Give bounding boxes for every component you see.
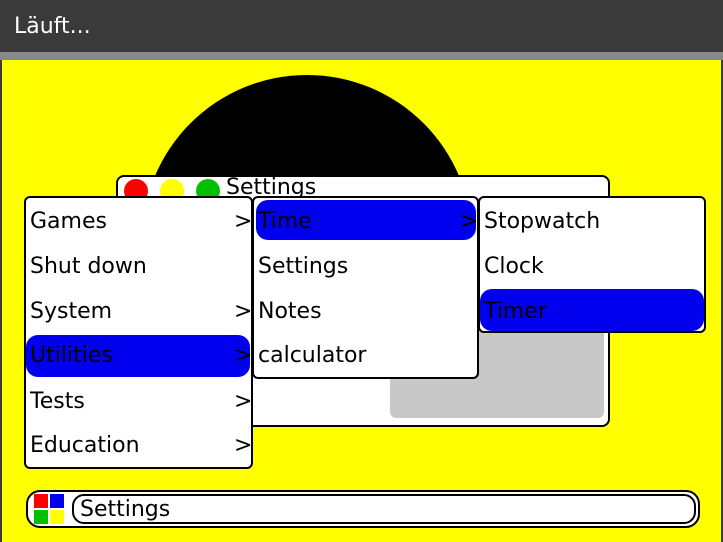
taskbar: Settings [26,490,700,528]
menu-item-timer[interactable]: Timer [482,294,704,330]
status-bar: Läuft... [0,0,723,52]
status-divider [0,52,723,60]
menu-item-tests[interactable]: Tests > [28,384,252,420]
chevron-right-icon: > [234,433,253,458]
main-menu: Games > Shut down System > Utilities > T… [24,196,253,469]
taskbar-window-label: Settings [80,497,171,522]
menu-item-utilities[interactable]: Utilities > [28,338,252,374]
app-logo-icon [50,510,64,524]
menu-item-games[interactable]: Games > [28,204,252,240]
taskbar-window-button[interactable]: Settings [72,494,696,524]
menu-item-time[interactable]: Time > [256,204,478,240]
menu-item-calculator[interactable]: calculator [256,338,478,374]
time-menu: Stopwatch Clock Timer [478,196,706,333]
menu-item-shut-down[interactable]: Shut down [28,249,252,285]
chevron-right-icon: > [234,389,253,414]
app-logo-icon [34,510,48,524]
menu-item-stopwatch[interactable]: Stopwatch [482,204,704,240]
chevron-right-icon: > [460,209,479,234]
menu-item-clock[interactable]: Clock [482,249,704,285]
calculator-screen: Settings Games > Shut down System > Util… [2,60,721,542]
chevron-right-icon: > [234,299,253,324]
utilities-menu: Time > Settings Notes calculator [252,196,479,379]
chevron-right-icon: > [234,209,253,234]
menu-item-notes[interactable]: Notes [256,294,478,330]
menu-item-system[interactable]: System > [28,294,252,330]
menu-item-education[interactable]: Education > [28,428,252,464]
app-logo-icon [34,494,48,508]
chevron-right-icon: > [234,343,253,368]
app-logo-icon [50,494,64,508]
status-title: Läuft... [14,14,91,39]
menu-item-settings[interactable]: Settings [256,249,478,285]
